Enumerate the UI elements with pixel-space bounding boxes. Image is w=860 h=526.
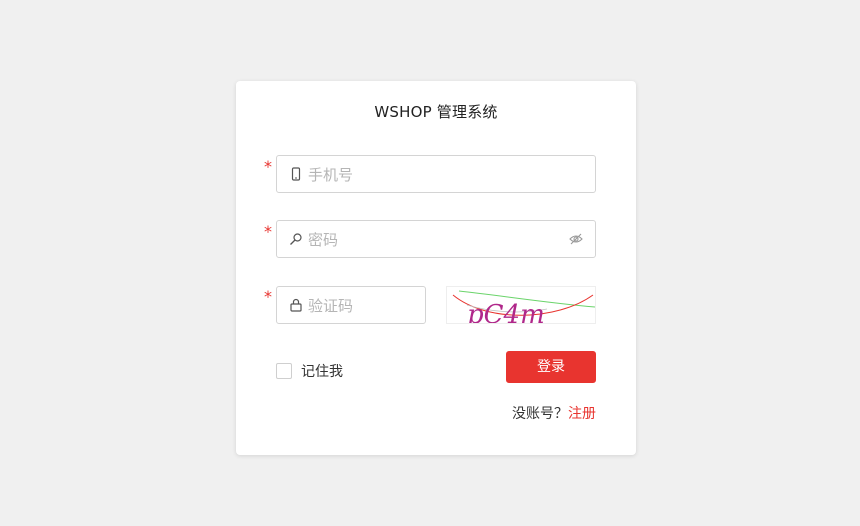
required-mark: * <box>264 222 272 241</box>
password-input[interactable]: 密码 <box>276 220 596 258</box>
captcha-text: pC4m <box>467 300 545 324</box>
register-link[interactable]: 注册 <box>568 406 596 422</box>
captcha-image[interactable]: pC4m <box>446 286 596 324</box>
page-title: WSHOP 管理系统 <box>374 103 498 121</box>
captcha-placeholder: 验证码 <box>308 297 354 315</box>
required-mark: * <box>264 157 272 176</box>
eye-off-icon[interactable] <box>569 233 583 245</box>
phone-icon <box>291 167 301 181</box>
remember-checkbox[interactable] <box>276 363 292 379</box>
login-card: WSHOP 管理系统 * 手机号 * 密码 * 验证码 pC4m 记住我 登录 … <box>236 81 636 455</box>
svg-text:pC4m: pC4m <box>467 300 545 324</box>
remember-label: 记住我 <box>301 364 343 380</box>
phone-input[interactable]: 手机号 <box>276 155 596 193</box>
register-line: 没账号？注册 <box>512 403 596 423</box>
lock-icon <box>290 298 302 312</box>
password-placeholder: 密码 <box>308 231 339 249</box>
captcha-input[interactable]: 验证码 <box>276 286 426 324</box>
required-mark: * <box>264 287 272 306</box>
phone-placeholder: 手机号 <box>308 166 354 184</box>
no-account-text: 没账号？ <box>512 406 568 422</box>
key-icon <box>290 233 302 245</box>
login-button[interactable]: 登录 <box>506 351 596 383</box>
remember-me[interactable]: 记住我 <box>276 363 343 380</box>
